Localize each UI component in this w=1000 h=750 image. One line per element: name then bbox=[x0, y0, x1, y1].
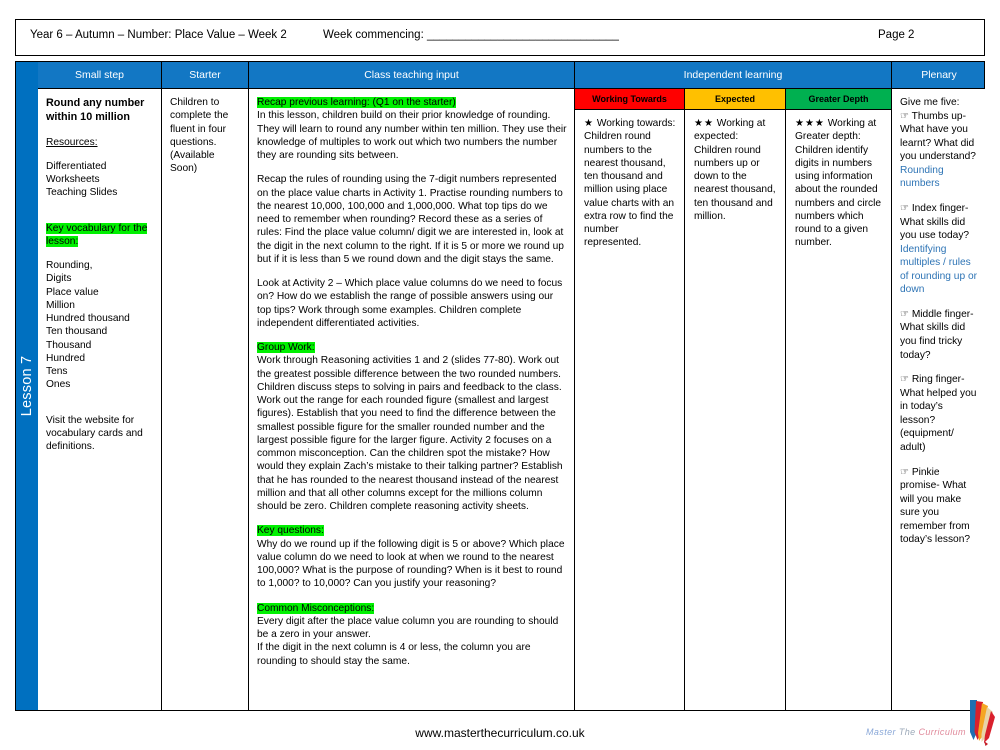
logo-wordmark: Master The Curriculum bbox=[866, 727, 970, 737]
band-header-working-towards: Working Towards bbox=[575, 89, 684, 110]
vocab-item: Ten thousand bbox=[46, 326, 108, 338]
table-header-row: Small step Starter Class teaching input … bbox=[38, 62, 984, 88]
star-rating-icon: ★★★ bbox=[795, 118, 825, 129]
column-header-class-teaching-input: Class teaching input bbox=[248, 62, 574, 88]
week-commencing-field: Week commencing: _______________________… bbox=[323, 29, 619, 41]
resources-label: Resources: bbox=[46, 136, 98, 148]
recap-body: In this lesson, children build on their … bbox=[257, 110, 567, 161]
vocab-item: Place value bbox=[46, 286, 99, 298]
cell-plenary: Give me five: ☞ Thumbs up- What have you… bbox=[891, 89, 986, 710]
document-title-bar: Year 6 – Autumn – Number: Place Value – … bbox=[15, 19, 985, 56]
resource-item: Teaching Slides bbox=[46, 187, 118, 199]
plenary-prompt: Middle finger- What skills did you find … bbox=[900, 308, 974, 361]
starter-text: Children to complete the fluent in four … bbox=[170, 97, 229, 175]
band-body-working-towards: Children round numbers to the nearest th… bbox=[584, 131, 675, 249]
small-step-title: Round any number within 10 million bbox=[46, 97, 145, 124]
resource-item: Differentiated bbox=[46, 160, 107, 172]
plenary-answer: Rounding numbers bbox=[900, 164, 944, 190]
key-questions-heading: Key questions: bbox=[257, 525, 324, 537]
group-work-body: Work through Reasoning activities 1 and … bbox=[257, 355, 563, 512]
lesson-spine-label: Lesson 7 bbox=[19, 355, 35, 417]
plenary-intro: Give me five: bbox=[900, 97, 960, 108]
plenary-prompt: Pinkie promise- What will you make sure … bbox=[900, 466, 971, 546]
vocab-item: Ones bbox=[46, 379, 71, 391]
star-rating-icon: ★ bbox=[584, 118, 594, 129]
logo-word-the: The bbox=[898, 727, 916, 737]
plenary-answer: Identifying multiples / rules of roundin… bbox=[900, 243, 978, 296]
key-vocabulary-heading: Key vocabulary for the lesson: bbox=[46, 222, 148, 247]
cell-greater-depth: Greater Depth ★★★ Working at Greater dep… bbox=[785, 89, 891, 710]
cell-class-teaching-input: Recap previous learning: (Q1 on the star… bbox=[248, 89, 574, 710]
hand-icon: ☞ bbox=[900, 110, 909, 122]
misconception-line: Every digit after the place value column… bbox=[257, 615, 559, 640]
vocab-item: Hundred thousand bbox=[46, 313, 130, 325]
vocab-item: Thousand bbox=[46, 339, 92, 351]
lesson-plan-page: Year 6 – Autumn – Number: Place Value – … bbox=[0, 0, 1000, 750]
resource-item: Worksheets bbox=[46, 174, 100, 186]
website-note: Visit the website for vocabulary cards a… bbox=[46, 414, 143, 453]
hand-icon: ☞ bbox=[900, 466, 909, 478]
page-title: Year 6 – Autumn – Number: Place Value – … bbox=[30, 29, 287, 41]
hand-icon: ☞ bbox=[900, 308, 909, 320]
activity2-paragraph: Look at Activity 2 – Which place value c… bbox=[257, 278, 563, 329]
logo-word-master: Master bbox=[866, 727, 896, 737]
vocab-item: Tens bbox=[46, 366, 68, 378]
lesson-plan-table: Lesson 7 Small step Starter Class teachi… bbox=[15, 61, 986, 711]
column-header-small-step: Small step bbox=[74, 69, 125, 81]
misconceptions-heading: Common Misconceptions: bbox=[257, 602, 375, 614]
page-number: Page 2 bbox=[878, 29, 915, 41]
footer-website-url: www.masterthecurriculum.co.uk bbox=[415, 726, 585, 740]
band-body-expected: Children round numbers up or down to the… bbox=[694, 144, 776, 222]
vocab-item: Hundred bbox=[46, 352, 86, 364]
star-rating-icon: ★★ bbox=[694, 118, 714, 129]
rules-paragraph: Recap the rules of rounding using the 7-… bbox=[257, 174, 564, 265]
cell-expected: Expected ★★ Working at expected: Childre… bbox=[684, 89, 785, 710]
group-work-heading: Group Work: bbox=[257, 342, 315, 353]
column-header-independent-learning: Independent learning bbox=[574, 62, 891, 88]
master-the-curriculum-logo: Master The Curriculum bbox=[866, 700, 996, 748]
pencil-logo-icon bbox=[970, 700, 995, 746]
plenary-prompt: Ring finger- What helped you in today’s … bbox=[900, 374, 977, 453]
band-header-expected: Expected bbox=[685, 89, 785, 110]
plenary-prompt: Thumbs up- What have you learnt? What di… bbox=[900, 110, 976, 163]
hand-icon: ☞ bbox=[900, 202, 909, 214]
band-body-greater-depth: Children identify digits in numbers usin… bbox=[795, 144, 882, 249]
cell-small-step: Round any number within 10 million Resou… bbox=[38, 89, 161, 710]
vocab-item: Digits bbox=[46, 273, 72, 285]
vocab-item: Rounding, bbox=[46, 260, 93, 272]
plenary-prompt: Index finger- What skills did you use to… bbox=[900, 202, 970, 242]
column-header-starter: Starter bbox=[161, 62, 248, 88]
table-body: Round any number within 10 million Resou… bbox=[38, 88, 986, 710]
cell-starter: Children to complete the fluent in four … bbox=[161, 89, 248, 710]
column-header-plenary: Plenary bbox=[891, 62, 986, 88]
logo-word-curriculum: Curriculum bbox=[918, 727, 966, 737]
recap-heading: Recap previous learning: (Q1 on the star… bbox=[257, 97, 456, 108]
lesson-spine: Lesson 7 bbox=[16, 62, 38, 710]
vocab-item: Million bbox=[46, 299, 75, 311]
hand-icon: ☞ bbox=[900, 374, 909, 386]
misconception-line: If the digit in the next column is 4 or … bbox=[257, 642, 531, 667]
cell-working-towards: Working Towards ★ Working towards: Child… bbox=[574, 89, 684, 710]
band-lead-working-towards: Working towards: bbox=[596, 118, 676, 129]
band-header-greater-depth: Greater Depth bbox=[786, 89, 891, 110]
key-questions-body: Why do we round up if the following digi… bbox=[257, 538, 565, 590]
